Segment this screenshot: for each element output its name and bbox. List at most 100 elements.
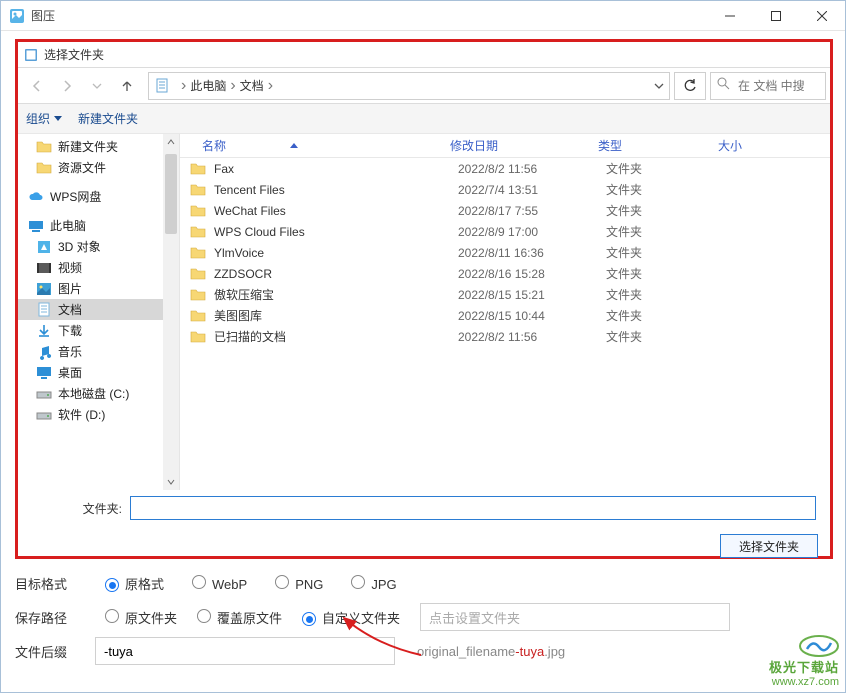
- desktop-icon: [36, 365, 52, 381]
- tree-item[interactable]: 文档: [18, 299, 179, 320]
- file-list-panel: 名称 修改日期 类型 大小 Fax 2022/8/2 11:56 文件夹 Ten…: [180, 134, 830, 490]
- table-row[interactable]: 傲软压缩宝 2022/8/15 15:21 文件夹: [180, 284, 830, 305]
- folder-picker-dialog: 选择文件夹 › 此电脑 › 文档 ›: [15, 39, 833, 559]
- radio-自定义文件夹[interactable]: [302, 612, 316, 626]
- table-row[interactable]: WPS Cloud Files 2022/8/9 17:00 文件夹: [180, 221, 830, 242]
- close-button[interactable]: [799, 1, 845, 31]
- radio-WebP[interactable]: [192, 575, 206, 589]
- tree-item-this-pc[interactable]: 此电脑: [18, 215, 179, 236]
- nav-forward-button[interactable]: [54, 73, 80, 99]
- format-label: 目标格式: [15, 574, 95, 593]
- table-row[interactable]: Tencent Files 2022/7/4 13:51 文件夹: [180, 179, 830, 200]
- folder-name-label: 文件夹:: [32, 500, 122, 517]
- breadcrumb-current[interactable]: 文档: [240, 77, 264, 94]
- table-row[interactable]: YlmVoice 2022/8/11 16:36 文件夹: [180, 242, 830, 263]
- dialog-toolbar: 组织 新建文件夹: [18, 104, 830, 134]
- organize-menu[interactable]: 组织: [26, 110, 62, 127]
- table-row[interactable]: 美图图库 2022/8/15 10:44 文件夹: [180, 305, 830, 326]
- nav-bar: › 此电脑 › 文档 ›: [18, 68, 830, 104]
- folder-icon: [190, 225, 206, 239]
- address-bar[interactable]: › 此电脑 › 文档 ›: [148, 72, 670, 100]
- scrollbar-thumb[interactable]: [165, 154, 177, 234]
- column-date[interactable]: 修改日期: [450, 137, 598, 154]
- suffix-row: 文件后缀 original_filename-tuya.jpg: [15, 634, 833, 668]
- column-size[interactable]: 大小: [718, 137, 778, 154]
- tree-scrollbar[interactable]: [163, 134, 179, 490]
- pictures-icon: [36, 281, 52, 297]
- folder-icon: [190, 330, 206, 344]
- radio-JPG[interactable]: [351, 575, 365, 589]
- tree-item[interactable]: 新建文件夹: [18, 136, 179, 157]
- dialog-icon: [24, 48, 38, 62]
- documents-icon: [36, 302, 52, 318]
- filename-preview: original_filename-tuya.jpg: [417, 644, 565, 659]
- folder-icon: [190, 309, 206, 323]
- folder-icon: [36, 139, 52, 155]
- window-controls: [707, 1, 845, 31]
- column-name[interactable]: 名称: [180, 137, 450, 154]
- breadcrumb-root[interactable]: 此电脑: [190, 77, 226, 94]
- table-row[interactable]: WeChat Files 2022/8/17 7:55 文件夹: [180, 200, 830, 221]
- chevron-right-icon: ›: [268, 77, 273, 95]
- suffix-input[interactable]: [95, 637, 395, 665]
- file-rows: Fax 2022/8/2 11:56 文件夹 Tencent Files 202…: [180, 158, 830, 490]
- select-folder-button[interactable]: 选择文件夹: [720, 534, 818, 558]
- music-icon: [36, 344, 52, 360]
- list-header: 名称 修改日期 类型 大小: [180, 134, 830, 158]
- table-row[interactable]: 已扫描的文档 2022/8/2 11:56 文件夹: [180, 326, 830, 347]
- new-folder-button[interactable]: 新建文件夹: [78, 110, 138, 127]
- table-row[interactable]: ZZDSOCR 2022/8/16 15:28 文件夹: [180, 263, 830, 284]
- tree-item[interactable]: 音乐: [18, 341, 179, 362]
- documents-icon: [155, 78, 171, 94]
- drive-icon: [36, 386, 52, 402]
- sort-ascending-icon: [290, 143, 298, 148]
- tree-panel[interactable]: 新建文件夹资源文件 WPS网盘 此电脑3D 对象视频图片文档下载音乐桌面本地磁盘…: [18, 134, 180, 490]
- folder-icon: [190, 162, 206, 176]
- maximize-button[interactable]: [753, 1, 799, 31]
- column-type[interactable]: 类型: [598, 137, 718, 154]
- radio-覆盖原文件[interactable]: [197, 609, 211, 623]
- custom-folder-input[interactable]: 点击设置文件夹: [420, 603, 730, 631]
- chevron-down-icon: [54, 116, 62, 121]
- folder-icon: [190, 288, 206, 302]
- tree-item[interactable]: 图片: [18, 278, 179, 299]
- radio-PNG[interactable]: [275, 575, 289, 589]
- tree-item[interactable]: 3D 对象: [18, 236, 179, 257]
- chevron-right-icon: ›: [181, 77, 186, 95]
- tree-item[interactable]: 资源文件: [18, 157, 179, 178]
- folder-icon: [190, 183, 206, 197]
- tree-item-wps[interactable]: WPS网盘: [18, 186, 179, 207]
- scroll-up-icon[interactable]: [163, 134, 179, 150]
- nav-back-button[interactable]: [24, 73, 50, 99]
- search-box[interactable]: [710, 72, 826, 100]
- tree-item[interactable]: 视频: [18, 257, 179, 278]
- tree-item[interactable]: 软件 (D:): [18, 404, 179, 425]
- refresh-button[interactable]: [674, 72, 706, 100]
- radio-原格式[interactable]: [105, 578, 119, 592]
- folder-icon: [36, 160, 52, 176]
- nav-recent-button[interactable]: [84, 73, 110, 99]
- nav-up-button[interactable]: [114, 73, 140, 99]
- pc-icon: [28, 218, 44, 234]
- suffix-label: 文件后缀: [15, 642, 95, 661]
- app-titlebar: 图压: [1, 1, 845, 31]
- tree-item[interactable]: 下载: [18, 320, 179, 341]
- folder-name-row: 文件夹:: [18, 490, 830, 526]
- scroll-down-icon[interactable]: [163, 474, 179, 490]
- address-dropdown-button[interactable]: [649, 81, 669, 91]
- dialog-title: 选择文件夹: [44, 46, 104, 63]
- tree-item[interactable]: 桌面: [18, 362, 179, 383]
- app-window: 图压 选择文件夹 › 此电脑 › 文档: [0, 0, 846, 693]
- watermark-logo-icon: [799, 635, 839, 657]
- table-row[interactable]: Fax 2022/8/2 11:56 文件夹: [180, 158, 830, 179]
- app-options-panel: 目标格式 原格式WebPPNGJPG 保存路径 原文件夹覆盖原文件自定义文件夹 …: [15, 566, 833, 668]
- tree-item[interactable]: 本地磁盘 (C:): [18, 383, 179, 404]
- downloads-icon: [36, 323, 52, 339]
- dialog-titlebar: 选择文件夹: [18, 42, 830, 68]
- search-input[interactable]: [736, 78, 806, 94]
- radio-原文件夹[interactable]: [105, 609, 119, 623]
- folder-icon: [190, 204, 206, 218]
- minimize-button[interactable]: [707, 1, 753, 31]
- search-icon: [717, 77, 730, 95]
- folder-name-input[interactable]: [130, 496, 816, 520]
